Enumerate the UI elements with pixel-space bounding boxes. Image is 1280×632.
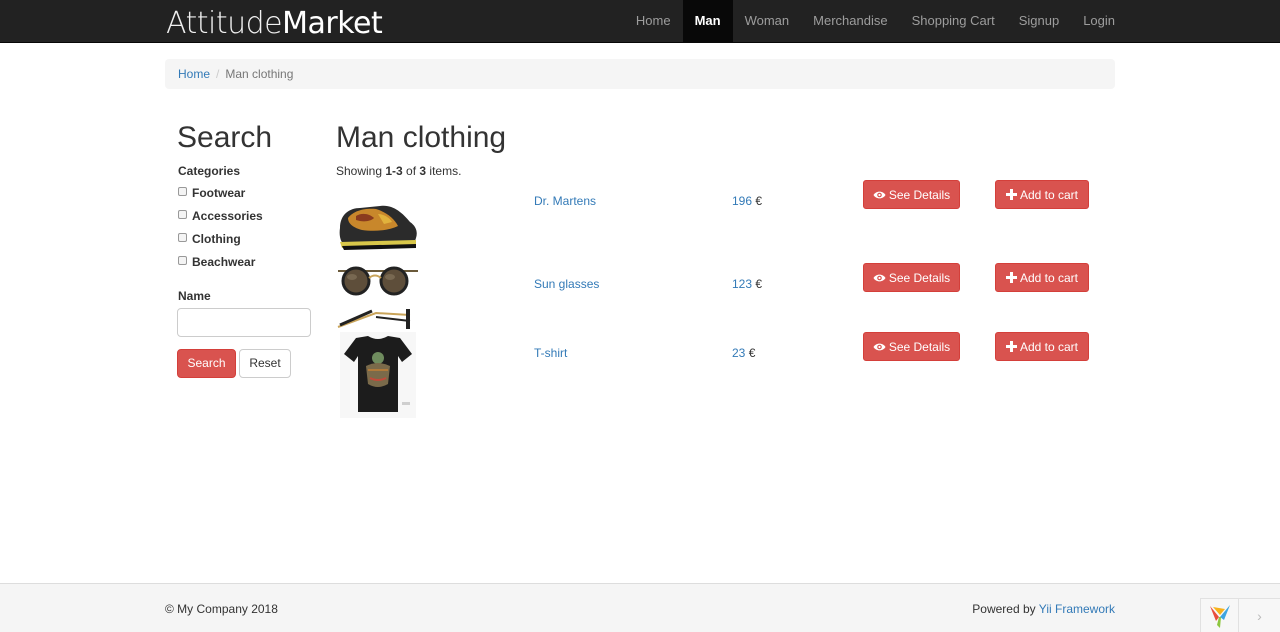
summary-suffix: items.: [426, 164, 462, 178]
nav-item-signup[interactable]: Signup: [1007, 0, 1071, 42]
accessories-checkbox[interactable]: [178, 210, 187, 219]
product-name-link[interactable]: T-shirt: [534, 346, 567, 360]
name-search-input[interactable]: [177, 308, 311, 337]
price-currency: €: [755, 194, 763, 208]
category-beachwear[interactable]: Beachwear: [178, 255, 255, 269]
plus-icon: [1005, 341, 1017, 352]
debug-toolbar: ›: [1200, 598, 1280, 632]
price-value: 123: [732, 277, 753, 291]
nav-item-woman[interactable]: Woman: [733, 0, 802, 42]
yii-framework-link[interactable]: Yii Framework: [1039, 602, 1115, 616]
powered-prefix: Powered by: [972, 602, 1039, 616]
price-value: 196: [732, 194, 753, 208]
category-label: Accessories: [192, 209, 263, 223]
category-label: Clothing: [192, 232, 241, 246]
nav-item-home[interactable]: Home: [624, 0, 683, 42]
add-to-cart-button[interactable]: Add to cart: [995, 332, 1089, 361]
nav-item-man[interactable]: Man: [682, 0, 733, 42]
powered-by-text: Powered by Yii Framework: [972, 602, 1115, 616]
eye-icon: [873, 274, 886, 281]
plus-icon: [1005, 189, 1017, 200]
search-button[interactable]: Search: [177, 349, 236, 378]
sidebar-title: Search: [177, 121, 273, 154]
product-image-shoe[interactable]: [336, 192, 420, 256]
summary-of: of: [402, 164, 420, 178]
beachwear-checkbox[interactable]: [178, 256, 187, 265]
category-label: Footwear: [192, 186, 246, 200]
yii-logo-icon[interactable]: [1201, 599, 1239, 632]
category-label: Beachwear: [192, 255, 256, 269]
see-details-label: See Details: [888, 187, 951, 202]
see-details-button[interactable]: See Details: [863, 180, 960, 209]
product-name-link[interactable]: Dr. Martens: [534, 194, 596, 208]
breadcrumb-home-link[interactable]: Home: [178, 67, 210, 81]
clothing-checkbox[interactable]: [178, 233, 187, 242]
reset-button[interactable]: Reset: [239, 349, 291, 378]
plus-icon: [1005, 272, 1017, 283]
brand-light-text: Attitude: [166, 6, 283, 41]
breadcrumb-separator: /: [216, 67, 220, 81]
footer: © My Company 2018 Powered by Yii Framewo…: [0, 583, 1280, 632]
summary-range: 1-3: [385, 164, 403, 178]
main-nav: Home Man Woman Merchandise Shopping Cart…: [624, 0, 1127, 42]
product-row: T-shirt 23 € See Details Add to cart: [336, 332, 1096, 418]
product-row: Sun glasses 123 € See Details Add to car…: [336, 263, 1096, 332]
category-clothing[interactable]: Clothing: [178, 232, 241, 246]
eye-icon: [873, 343, 886, 350]
categories-label: Categories: [178, 164, 241, 178]
product-name-link[interactable]: Sun glasses: [534, 277, 599, 291]
copyright-text: © My Company 2018: [165, 602, 278, 616]
add-to-cart-label: Add to cart: [1019, 270, 1079, 285]
product-image-tshirt[interactable]: [336, 332, 420, 418]
brand-logo[interactable]: AttitudeMarket: [166, 6, 383, 41]
see-details-label: See Details: [888, 339, 951, 354]
add-to-cart-button[interactable]: Add to cart: [995, 180, 1089, 209]
page-title: Man clothing: [336, 121, 507, 154]
price-currency: €: [748, 346, 756, 360]
price-currency: €: [755, 277, 763, 291]
add-to-cart-label: Add to cart: [1019, 339, 1079, 354]
category-footwear[interactable]: Footwear: [178, 186, 245, 200]
see-details-button[interactable]: See Details: [863, 332, 960, 361]
nav-item-shopping-cart[interactable]: Shopping Cart: [900, 0, 1007, 42]
product-price: 196 €: [732, 194, 762, 208]
product-price: 123 €: [732, 277, 762, 291]
category-accessories[interactable]: Accessories: [178, 209, 263, 223]
breadcrumb: Home / Man clothing: [165, 59, 1115, 89]
add-to-cart-button[interactable]: Add to cart: [995, 263, 1089, 292]
product-price: 23 €: [732, 346, 755, 360]
add-to-cart-label: Add to cart: [1019, 187, 1079, 202]
chevron-right-icon[interactable]: ›: [1239, 599, 1280, 632]
results-summary: Showing 1-3 of 3 items.: [336, 164, 461, 178]
product-image-sunglasses[interactable]: [336, 263, 420, 333]
product-row: Dr. Martens 196 € See Details Add to car…: [336, 180, 1096, 262]
name-label: Name: [178, 289, 211, 303]
navbar: AttitudeMarket Home Man Woman Merchandis…: [0, 0, 1280, 43]
see-details-label: See Details: [888, 270, 951, 285]
footwear-checkbox[interactable]: [178, 187, 187, 196]
breadcrumb-current: Man clothing: [225, 67, 294, 81]
nav-item-login[interactable]: Login: [1071, 0, 1127, 42]
price-value: 23: [732, 346, 746, 360]
brand-bold-text: Market: [282, 6, 383, 41]
nav-item-merchandise[interactable]: Merchandise: [801, 0, 899, 42]
eye-icon: [873, 191, 886, 198]
summary-prefix: Showing: [336, 164, 386, 178]
see-details-button[interactable]: See Details: [863, 263, 960, 292]
